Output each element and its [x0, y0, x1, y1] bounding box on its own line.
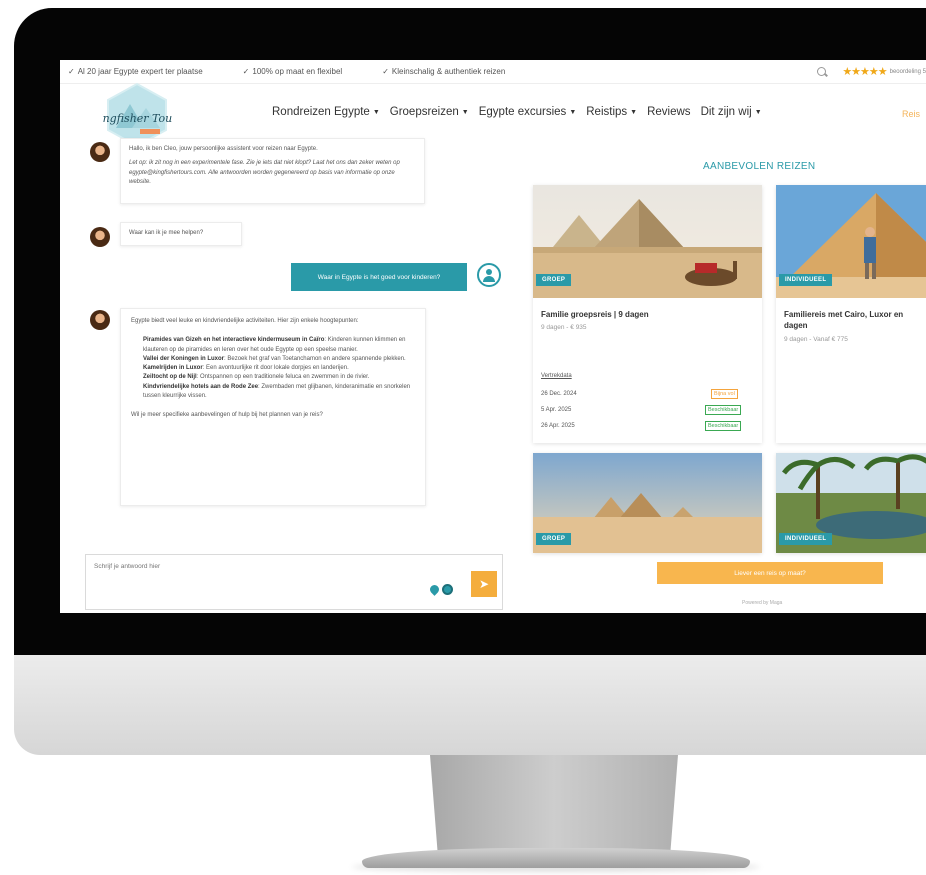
departure-row: 26 Dec. 2024 Bijna vol: [541, 389, 741, 399]
rating-stars: ★★★★★: [842, 66, 887, 78]
chat-input[interactable]: [86, 555, 406, 578]
trip-card[interactable]: GROEP: [533, 453, 762, 553]
usp-item: ✓ 100% op maat en flexibel: [242, 67, 343, 76]
trip-price: 9 dagen - Vanaf € 775: [784, 336, 848, 343]
list-item: Zeiltocht op de Nijl: Ontspannen op een …: [143, 374, 370, 381]
departure-row: 26 Apr. 2025 Beschikbaar: [541, 421, 742, 431]
send-button[interactable]: ➤: [471, 571, 497, 597]
location-pin-icon[interactable]: [428, 583, 441, 596]
user-message: Waar in Egypte is het goed voor kinderen…: [291, 263, 467, 291]
chevron-down-icon: ▼: [754, 108, 762, 116]
status-badge: Beschikbaar: [705, 405, 742, 415]
trip-type-badge: GROEP: [536, 533, 572, 545]
usp-item: ✓ Kleinschalig & authentiek reizen: [382, 67, 506, 76]
usp-bar: ✓ Al 20 jaar Egypte expert ter plaatse ✓ 1…: [60, 60, 926, 84]
trip-card[interactable]: INDIVIDUEEL Familiereis met Cairo, Luxor…: [776, 185, 926, 443]
send-arrow-icon: ➤: [478, 577, 490, 591]
assistant-answer-message: Egypte biedt veel leuke en kindvriendeli…: [120, 308, 426, 506]
trip-type-badge: INDIVIDUEEL: [779, 533, 833, 545]
trip-type-badge: GROEP: [536, 274, 572, 286]
user-icon: [477, 263, 501, 287]
assistant-avatar: [90, 142, 110, 162]
assistant-avatar: [90, 310, 110, 330]
chevron-down-icon: ▼: [569, 108, 577, 116]
chat-input-box: ➤: [85, 554, 503, 610]
logo-text: Kingfisher Tours: [102, 112, 172, 125]
status-badge: Bijna vol: [711, 389, 738, 399]
assistant-intro-message: Hallo, ik ben Cleo, jouw persoonlijke as…: [120, 138, 425, 204]
check-icon: ✓: [382, 67, 389, 76]
status-badge: Beschikbaar: [705, 421, 742, 431]
assistant-avatar: [90, 227, 110, 247]
nav-cta-button[interactable]: Reis: [902, 109, 920, 119]
trip-title-line-2: dagen: [784, 321, 808, 330]
monitor-base: [362, 848, 750, 868]
trip-price: 9 dagen - € 935: [541, 324, 587, 331]
check-icon: ✓: [68, 67, 75, 76]
powered-by-text: Powered by Maga: [742, 600, 783, 606]
usp-item: ✓ Al 20 jaar Egypte expert ter plaatse: [68, 67, 203, 76]
list-item: Vallei der Koningen in Luxor: Bezoek het…: [143, 355, 406, 362]
chevron-down-icon: ▼: [630, 108, 638, 116]
check-icon: ✓: [242, 67, 250, 76]
nav-reistips[interactable]: Reistips ▼: [586, 106, 637, 118]
highlights-list: Piramides van Gizeh en het interactieve …: [131, 336, 415, 401]
nav-reviews[interactable]: Reviews: [647, 106, 690, 118]
list-item: Piramides van Gizeh en het interactieve …: [143, 337, 406, 353]
chevron-down-icon: ▼: [372, 108, 380, 116]
main-nav: Rondreizen Egypte ▼ Groepsreizen ▼ Egypte …: [272, 106, 772, 118]
chevron-down-icon: ▼: [461, 108, 469, 116]
list-item: Kindvriendelijke hotels aan de Rode Zee:…: [143, 383, 411, 400]
trip-card[interactable]: GROEP Familie groepsreis | 9 dagen 9 dag…: [533, 185, 762, 443]
list-item: Kamelrijden in Luxor: Een avontuurlijke …: [143, 365, 349, 372]
nav-groepsreizen[interactable]: Groepsreizen ▼: [390, 106, 469, 118]
nav-rondreizen[interactable]: Rondreizen Egypte ▼: [272, 106, 380, 118]
search-icon[interactable]: [816, 66, 828, 78]
trip-type-badge: INDIVIDUEEL: [779, 274, 833, 286]
monitor-stand: [430, 755, 678, 850]
departures-label: Vertrekdata: [541, 373, 572, 379]
nav-dit-zijn-wij[interactable]: Dit zijn wij ▼: [701, 106, 762, 118]
rating-text: beoordeling 5: [889, 68, 926, 75]
website-screen: ✓ Al 20 jaar Egypte expert ter plaatse ✓ 1…: [60, 60, 926, 613]
custom-trip-button[interactable]: Liever een reis op maat?: [657, 562, 883, 584]
recommended-trips-title: AANBEVOLEN REIZEN: [703, 161, 816, 172]
assistant-question-message: Waar kan ik je mee helpen?: [120, 222, 242, 246]
trip-title: Familiereis met Cairo, Luxor en: [784, 310, 904, 319]
monitor-chin: [14, 655, 926, 755]
trip-title: Familie groepsreis | 9 dagen: [541, 310, 649, 319]
departure-row: 5 Apr. 2025 Beschikbaar: [541, 405, 742, 415]
trip-card[interactable]: INDIVIDUEEL: [776, 453, 926, 553]
whatsapp-icon[interactable]: [442, 584, 453, 595]
nav-excursies[interactable]: Egypte excursies ▼: [479, 106, 577, 118]
